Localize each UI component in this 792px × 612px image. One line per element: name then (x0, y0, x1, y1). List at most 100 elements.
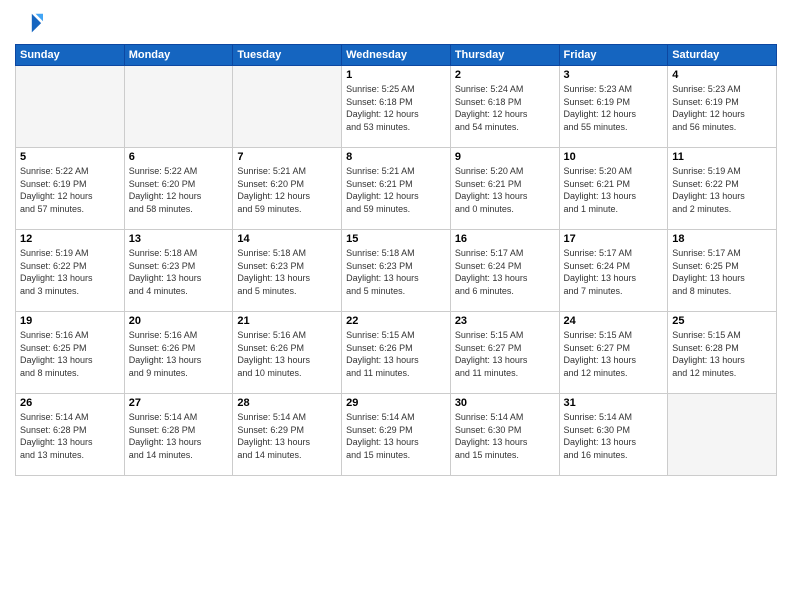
calendar-header-tuesday: Tuesday (233, 45, 342, 66)
day-info: Sunrise: 5:15 AMSunset: 6:28 PMDaylight:… (672, 329, 772, 379)
day-number: 26 (20, 397, 120, 409)
day-number: 10 (564, 151, 664, 163)
calendar-cell: 24 Sunrise: 5:15 AMSunset: 6:27 PMDayligh… (559, 312, 668, 394)
day-number: 4 (672, 69, 772, 81)
day-number: 2 (455, 69, 555, 81)
calendar-header-monday: Monday (124, 45, 233, 66)
day-number: 3 (564, 69, 664, 81)
day-info: Sunrise: 5:17 AMSunset: 6:24 PMDaylight:… (564, 247, 664, 297)
logo (15, 10, 47, 38)
calendar-cell: 21 Sunrise: 5:16 AMSunset: 6:26 PMDayligh… (233, 312, 342, 394)
day-info: Sunrise: 5:19 AMSunset: 6:22 PMDaylight:… (672, 165, 772, 215)
day-number: 24 (564, 315, 664, 327)
calendar-week-5: 26 Sunrise: 5:14 AMSunset: 6:28 PMDayligh… (16, 394, 777, 476)
day-info: Sunrise: 5:15 AMSunset: 6:26 PMDaylight:… (346, 329, 446, 379)
calendar-cell (124, 66, 233, 148)
day-number: 29 (346, 397, 446, 409)
calendar-cell: 11Sunrise: 5:19 AMSunset: 6:22 PMDayligh… (668, 148, 777, 230)
calendar-cell: 4Sunrise: 5:23 AMSunset: 6:19 PMDaylight… (668, 66, 777, 148)
calendar-header-row: SundayMondayTuesdayWednesdayThursdayFrid… (16, 45, 777, 66)
calendar-cell: 9 Sunrise: 5:20 AMSunset: 6:21 PMDaylight… (450, 148, 559, 230)
calendar-cell: 28 Sunrise: 5:14 AMSunset: 6:29 PMDayligh… (233, 394, 342, 476)
day-info: Sunrise: 5:14 AMSunset: 6:30 PMDaylight:… (455, 411, 555, 461)
day-number: 25 (672, 315, 772, 327)
day-info: Sunrise: 5:15 AMSunset: 6:27 PMDaylight:… (455, 329, 555, 379)
calendar-cell: 23 Sunrise: 5:15 AMSunset: 6:27 PMDayligh… (450, 312, 559, 394)
day-number: 23 (455, 315, 555, 327)
day-info: Sunrise: 5:14 AMSunset: 6:30 PMDaylight:… (564, 411, 664, 461)
day-info: Sunrise: 5:18 AMSunset: 6:23 PMDaylight:… (346, 247, 446, 297)
calendar-cell: 16Sunrise: 5:17 AMSunset: 6:24 PMDayligh… (450, 230, 559, 312)
day-info: Sunrise: 5:14 AMSunset: 6:29 PMDaylight:… (237, 411, 337, 461)
day-number: 22 (346, 315, 446, 327)
day-number: 8 (346, 151, 446, 163)
day-number: 17 (564, 233, 664, 245)
day-info: Sunrise: 5:24 AMSunset: 6:18 PMDaylight:… (455, 83, 555, 133)
day-number: 30 (455, 397, 555, 409)
calendar-cell: 7Sunrise: 5:21 AMSunset: 6:20 PMDaylight… (233, 148, 342, 230)
day-number: 15 (346, 233, 446, 245)
day-number: 20 (129, 315, 229, 327)
calendar-week-2: 5 Sunrise: 5:22 AMSunset: 6:19 PMDaylight… (16, 148, 777, 230)
calendar-cell: 6Sunrise: 5:22 AMSunset: 6:20 PMDaylight… (124, 148, 233, 230)
day-number: 27 (129, 397, 229, 409)
calendar-cell: 1 Sunrise: 5:25 AMSunset: 6:18 PMDaylight… (342, 66, 451, 148)
calendar-cell: 18 Sunrise: 5:17 AMSunset: 6:25 PMDayligh… (668, 230, 777, 312)
calendar-cell (16, 66, 125, 148)
day-info: Sunrise: 5:14 AMSunset: 6:28 PMDaylight:… (20, 411, 120, 461)
day-info: Sunrise: 5:20 AMSunset: 6:21 PMDaylight:… (564, 165, 664, 215)
day-info: Sunrise: 5:14 AMSunset: 6:28 PMDaylight:… (129, 411, 229, 461)
calendar-header-wednesday: Wednesday (342, 45, 451, 66)
calendar-week-4: 19 Sunrise: 5:16 AMSunset: 6:25 PMDayligh… (16, 312, 777, 394)
day-info: Sunrise: 5:18 AMSunset: 6:23 PMDaylight:… (237, 247, 337, 297)
calendar-cell: 8 Sunrise: 5:21 AMSunset: 6:21 PMDaylight… (342, 148, 451, 230)
calendar-cell: 26 Sunrise: 5:14 AMSunset: 6:28 PMDayligh… (16, 394, 125, 476)
day-info: Sunrise: 5:16 AMSunset: 6:26 PMDaylight:… (129, 329, 229, 379)
calendar-cell: 5 Sunrise: 5:22 AMSunset: 6:19 PMDaylight… (16, 148, 125, 230)
day-number: 21 (237, 315, 337, 327)
day-number: 28 (237, 397, 337, 409)
calendar-cell: 14 Sunrise: 5:18 AMSunset: 6:23 PMDayligh… (233, 230, 342, 312)
calendar-cell: 10 Sunrise: 5:20 AMSunset: 6:21 PMDayligh… (559, 148, 668, 230)
calendar-cell: 19 Sunrise: 5:16 AMSunset: 6:25 PMDayligh… (16, 312, 125, 394)
day-number: 16 (455, 233, 555, 245)
calendar-cell: 17 Sunrise: 5:17 AMSunset: 6:24 PMDayligh… (559, 230, 668, 312)
day-info: Sunrise: 5:25 AMSunset: 6:18 PMDaylight:… (346, 83, 446, 133)
day-info: Sunrise: 5:17 AMSunset: 6:25 PMDaylight:… (672, 247, 772, 297)
day-number: 9 (455, 151, 555, 163)
calendar-cell: 12Sunrise: 5:19 AMSunset: 6:22 PMDayligh… (16, 230, 125, 312)
calendar: SundayMondayTuesdayWednesdayThursdayFrid… (15, 44, 777, 476)
calendar-week-3: 12Sunrise: 5:19 AMSunset: 6:22 PMDayligh… (16, 230, 777, 312)
calendar-week-1: 1 Sunrise: 5:25 AMSunset: 6:18 PMDaylight… (16, 66, 777, 148)
page: SundayMondayTuesdayWednesdayThursdayFrid… (0, 0, 792, 612)
calendar-cell: 3Sunrise: 5:23 AMSunset: 6:19 PMDaylight… (559, 66, 668, 148)
calendar-cell: 22 Sunrise: 5:15 AMSunset: 6:26 PMDayligh… (342, 312, 451, 394)
day-info: Sunrise: 5:21 AMSunset: 6:21 PMDaylight:… (346, 165, 446, 215)
calendar-header-friday: Friday (559, 45, 668, 66)
day-number: 14 (237, 233, 337, 245)
day-info: Sunrise: 5:22 AMSunset: 6:20 PMDaylight:… (129, 165, 229, 215)
header (15, 10, 777, 38)
day-number: 1 (346, 69, 446, 81)
day-info: Sunrise: 5:15 AMSunset: 6:27 PMDaylight:… (564, 329, 664, 379)
day-number: 19 (20, 315, 120, 327)
calendar-cell: 27 Sunrise: 5:14 AMSunset: 6:28 PMDayligh… (124, 394, 233, 476)
day-number: 13 (129, 233, 229, 245)
calendar-cell: 25 Sunrise: 5:15 AMSunset: 6:28 PMDayligh… (668, 312, 777, 394)
calendar-cell (668, 394, 777, 476)
day-number: 5 (20, 151, 120, 163)
calendar-cell (233, 66, 342, 148)
logo-icon (15, 10, 43, 38)
day-info: Sunrise: 5:22 AMSunset: 6:19 PMDaylight:… (20, 165, 120, 215)
calendar-header-thursday: Thursday (450, 45, 559, 66)
calendar-cell: 29Sunrise: 5:14 AMSunset: 6:29 PMDayligh… (342, 394, 451, 476)
day-number: 18 (672, 233, 772, 245)
calendar-cell: 20 Sunrise: 5:16 AMSunset: 6:26 PMDayligh… (124, 312, 233, 394)
calendar-cell: 13Sunrise: 5:18 AMSunset: 6:23 PMDayligh… (124, 230, 233, 312)
day-info: Sunrise: 5:16 AMSunset: 6:25 PMDaylight:… (20, 329, 120, 379)
day-info: Sunrise: 5:16 AMSunset: 6:26 PMDaylight:… (237, 329, 337, 379)
day-info: Sunrise: 5:20 AMSunset: 6:21 PMDaylight:… (455, 165, 555, 215)
calendar-cell: 15 Sunrise: 5:18 AMSunset: 6:23 PMDayligh… (342, 230, 451, 312)
day-number: 7 (237, 151, 337, 163)
day-info: Sunrise: 5:19 AMSunset: 6:22 PMDaylight:… (20, 247, 120, 297)
